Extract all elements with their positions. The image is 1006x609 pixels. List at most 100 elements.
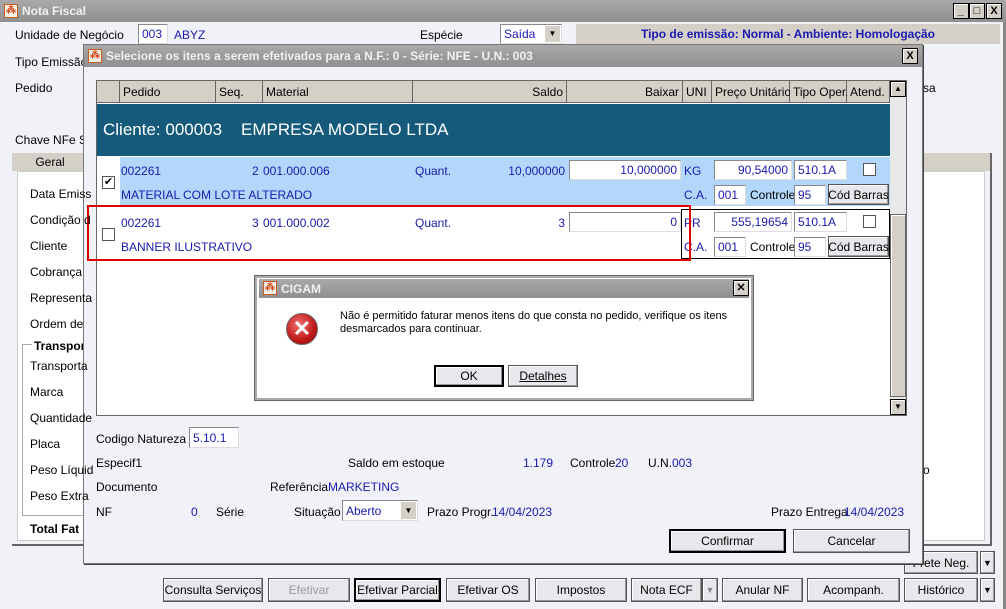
ca-label: C.A. bbox=[684, 188, 708, 202]
controle-value: 20 bbox=[615, 456, 629, 470]
right-label-fragment: sa bbox=[923, 81, 936, 95]
app-logo-icon: ⁂ bbox=[263, 281, 277, 295]
column-header[interactable]: Baixar bbox=[567, 81, 683, 103]
referencia-value: MARKETING bbox=[328, 480, 400, 494]
controle-input[interactable]: 95 bbox=[794, 237, 826, 257]
field-label: Condição d bbox=[30, 213, 91, 227]
modal-title-bar: ⁂ Selecione os itens a serem efetivados … bbox=[84, 45, 922, 67]
column-header[interactable]: Pedido bbox=[120, 81, 216, 103]
seq-cell: 2 bbox=[252, 164, 259, 178]
pedido-cell: 002261 bbox=[121, 164, 162, 178]
modal-close-button[interactable]: X bbox=[902, 48, 918, 64]
app-logo-icon: ⁂ bbox=[88, 49, 102, 63]
column-header[interactable]: Material bbox=[263, 81, 413, 103]
codigo-natureza-input[interactable]: 5.10.1 bbox=[189, 427, 239, 448]
column-header[interactable]: Preço Unitário bbox=[712, 81, 791, 103]
documento-label: Documento bbox=[96, 480, 158, 494]
especie-value: Saída bbox=[504, 27, 536, 41]
footer-button-efetivar-os[interactable]: Efetivar OS bbox=[446, 578, 530, 602]
error-message: Não é permitido faturar menos itens do q… bbox=[340, 310, 728, 335]
nf-label: NF bbox=[96, 505, 112, 519]
pedido-label: Pedido bbox=[15, 81, 53, 95]
modal-title: Selecione os itens a serem efetivados pa… bbox=[106, 49, 533, 63]
footer-button-impostos[interactable]: Impostos bbox=[535, 578, 627, 602]
codigo-natureza-label: Codigo Natureza bbox=[96, 432, 187, 446]
quant-label: Quant. bbox=[415, 164, 452, 178]
ok-button[interactable]: OK bbox=[434, 365, 504, 387]
especie-select[interactable]: Saída ▼ bbox=[500, 24, 562, 44]
chevron-down-icon: ▼ bbox=[401, 502, 416, 519]
main-title: Nota Fiscal bbox=[22, 4, 87, 18]
historico-dropdown[interactable]: ▼ bbox=[980, 578, 995, 602]
total-label: Total Fat bbox=[30, 522, 80, 536]
main-title-bar: ⁂ Nota Fiscal _ □ X bbox=[0, 0, 1006, 22]
detalhes-button[interactable]: Detalhes bbox=[508, 365, 578, 387]
unidade-name: ABYZ bbox=[174, 28, 206, 42]
footer-button-consulta-servi-os[interactable]: Consulta Serviços bbox=[163, 578, 263, 602]
unidade-input[interactable]: 003 bbox=[138, 24, 168, 44]
especie-label: Espécie bbox=[420, 28, 463, 42]
prazo-progr-value: 14/04/2023 bbox=[492, 505, 553, 519]
column-header[interactable]: Atend. bbox=[847, 81, 890, 103]
un-value: 003 bbox=[672, 456, 693, 470]
controle-label: Controle bbox=[750, 240, 796, 254]
cod-barras-button[interactable]: Cód Barras bbox=[828, 236, 889, 257]
tipo-oper-input[interactable]: 510.1A bbox=[794, 160, 847, 180]
close-button[interactable]: X bbox=[986, 3, 1002, 19]
atend-checkbox[interactable] bbox=[863, 163, 876, 176]
app-logo-icon: ⁂ bbox=[4, 4, 18, 18]
transporte-field-label: Peso Extra bbox=[30, 489, 89, 503]
chevron-down-icon: ▼ bbox=[545, 26, 560, 42]
saldo-cell: 10,000000 bbox=[508, 164, 565, 178]
atend-checkbox[interactable] bbox=[863, 215, 876, 228]
item-checkbox[interactable]: ✔ bbox=[102, 176, 115, 189]
scroll-thumb[interactable] bbox=[890, 214, 906, 397]
confirmar-button[interactable]: Confirmar bbox=[669, 529, 786, 553]
footer-button-anular-nf[interactable]: Anular NF bbox=[722, 578, 803, 602]
footer-button-efetivar[interactable]: Efetivar bbox=[268, 578, 350, 602]
saldo-estoque-label: Saldo em estoque bbox=[348, 456, 445, 470]
prazo-progr-label: Prazo Progr. bbox=[427, 505, 494, 519]
transporte-field-label: Transporta bbox=[30, 359, 88, 373]
cod-barras-button[interactable]: Cód Barras bbox=[828, 184, 889, 205]
column-header[interactable]: Saldo bbox=[413, 81, 567, 103]
tipo-oper-input[interactable]: 510.1A bbox=[794, 212, 847, 232]
controle-label: Controle bbox=[570, 456, 616, 470]
especif-label: Especif1 bbox=[96, 456, 143, 470]
field-label: Data Emiss bbox=[30, 187, 92, 201]
baixar-input[interactable]: 10,000000 bbox=[569, 160, 681, 180]
maximize-button[interactable]: □ bbox=[969, 3, 985, 19]
scroll-up-button[interactable]: ▲ bbox=[890, 81, 906, 97]
situacao-select[interactable]: Aberto ▼ bbox=[342, 500, 418, 521]
column-header[interactable]: Tipo Oper. bbox=[790, 81, 849, 103]
situacao-value: Aberto bbox=[346, 503, 382, 518]
client-band: Cliente: 000003 EMPRESA MODELO LTDA bbox=[97, 104, 890, 156]
scroll-down-button[interactable]: ▼ bbox=[890, 399, 906, 415]
vertical-scrollbar[interactable]: ▲ ▼ bbox=[890, 81, 906, 415]
cancelar-button[interactable]: Cancelar bbox=[793, 529, 910, 553]
dialog-close-button[interactable]: ✕ bbox=[733, 280, 749, 296]
frete-neg-dropdown[interactable]: ▼ bbox=[980, 551, 995, 574]
prazo-entrega-label: Prazo Entrega bbox=[771, 505, 848, 519]
preco-input[interactable]: 90,54000 bbox=[714, 160, 792, 180]
ca-input[interactable]: 001 bbox=[714, 185, 746, 205]
transporte-field-label: Peso Líquid bbox=[30, 463, 94, 477]
footer-button-hist-rico[interactable]: Histórico bbox=[904, 578, 978, 602]
nota-ecf-dropdown[interactable]: ▼ bbox=[702, 578, 718, 602]
column-header[interactable]: UNI bbox=[683, 81, 712, 103]
error-icon: ✕ bbox=[286, 313, 318, 345]
transporte-field-label: Marca bbox=[30, 385, 64, 399]
minimize-button[interactable]: _ bbox=[953, 3, 969, 19]
unidade-label: Unidade de Negócio bbox=[15, 28, 124, 42]
footer-button-nota-ecf[interactable]: Nota ECF bbox=[631, 578, 702, 602]
column-header[interactable]: Seq. bbox=[216, 81, 263, 103]
situacao-label: Situação bbox=[294, 505, 341, 519]
controle-input[interactable]: 95 bbox=[794, 185, 826, 205]
footer-button-acompanh-[interactable]: Acompanh. bbox=[807, 578, 900, 602]
un-label: U.N. bbox=[648, 456, 672, 470]
preco-input[interactable]: 555,19654 bbox=[714, 212, 792, 232]
tab-geral[interactable]: Geral bbox=[15, 153, 85, 171]
ca-input[interactable]: 001 bbox=[714, 237, 746, 257]
footer-button-efetivar-parcial[interactable]: Efetivar Parcial bbox=[354, 578, 441, 602]
field-label: Representa bbox=[30, 291, 93, 305]
